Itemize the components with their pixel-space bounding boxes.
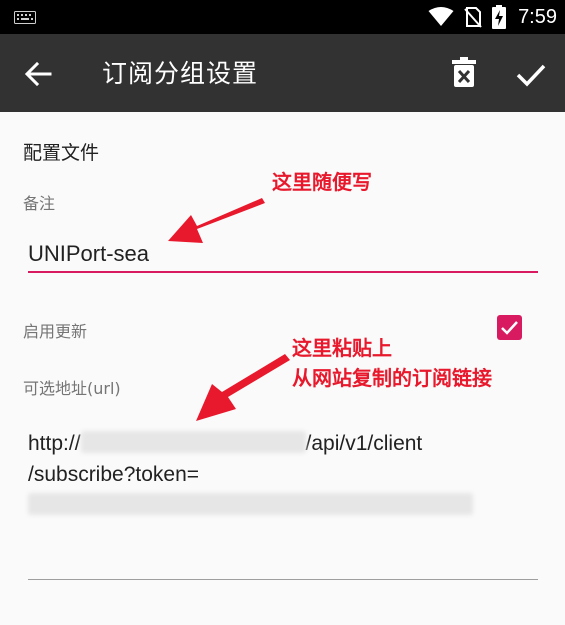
annotation-arrows: [168, 198, 290, 421]
arrow-to-remark: [168, 198, 265, 243]
arrow-to-url: [196, 354, 290, 421]
